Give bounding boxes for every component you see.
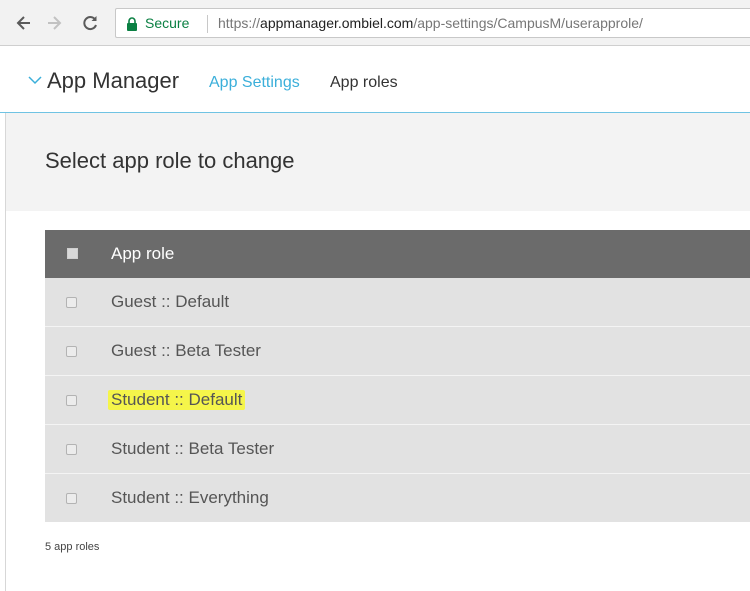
- breadcrumb-app-settings[interactable]: App Settings: [209, 74, 300, 92]
- table-row: Student :: Beta Tester: [45, 425, 750, 474]
- table-row: Guest :: Beta Tester: [45, 327, 750, 376]
- app-role-link[interactable]: Guest :: Beta Tester: [111, 341, 261, 361]
- table-row: Student :: Default: [45, 376, 750, 425]
- url-field[interactable]: Secure https://appmanager.ombiel.com/app…: [115, 8, 750, 38]
- row-checkbox[interactable]: [66, 493, 77, 504]
- app-header: App Manager App Settings App roles: [0, 46, 750, 113]
- browser-address-bar: Secure https://appmanager.ombiel.com/app…: [0, 0, 750, 46]
- reload-icon[interactable]: [80, 13, 100, 33]
- column-header-app-role[interactable]: App role: [111, 244, 174, 264]
- breadcrumb-app-roles: App roles: [330, 74, 398, 91]
- app-role-link[interactable]: Student :: Everything: [111, 488, 269, 508]
- table-row: Student :: Everything: [45, 474, 750, 522]
- row-checkbox[interactable]: [66, 297, 77, 308]
- row-checkbox[interactable]: [66, 346, 77, 357]
- url-text: https://appmanager.ombiel.com/app-settin…: [218, 15, 643, 31]
- app-roles-table: App role Guest :: Default Guest :: Beta …: [45, 230, 750, 522]
- url-host: appmanager.ombiel.com: [260, 15, 414, 31]
- app-title[interactable]: App Manager: [47, 68, 179, 94]
- table-row: Guest :: Default: [45, 278, 750, 327]
- url-divider: [207, 15, 208, 33]
- back-arrow-icon[interactable]: [14, 13, 34, 33]
- url-path: /app-settings/CampusM/userapprole/: [413, 15, 643, 31]
- secure-label: Secure: [145, 15, 190, 31]
- result-count: 5 app roles: [45, 541, 100, 553]
- app-role-link[interactable]: Guest :: Default: [111, 292, 229, 312]
- table-header: App role: [45, 230, 750, 278]
- heading-panel: Select app role to change: [6, 113, 750, 211]
- chevron-down-icon[interactable]: [28, 75, 42, 85]
- app-role-link[interactable]: Student :: Beta Tester: [111, 439, 274, 459]
- row-checkbox[interactable]: [66, 444, 77, 455]
- url-scheme: https://: [218, 15, 261, 31]
- row-checkbox[interactable]: [66, 395, 77, 406]
- app-role-link-highlighted[interactable]: Student :: Default: [108, 390, 246, 410]
- page-title: Select app role to change: [45, 148, 295, 173]
- lock-icon: [127, 17, 137, 31]
- forward-arrow-icon[interactable]: [44, 13, 64, 33]
- select-all-checkbox[interactable]: [67, 248, 78, 259]
